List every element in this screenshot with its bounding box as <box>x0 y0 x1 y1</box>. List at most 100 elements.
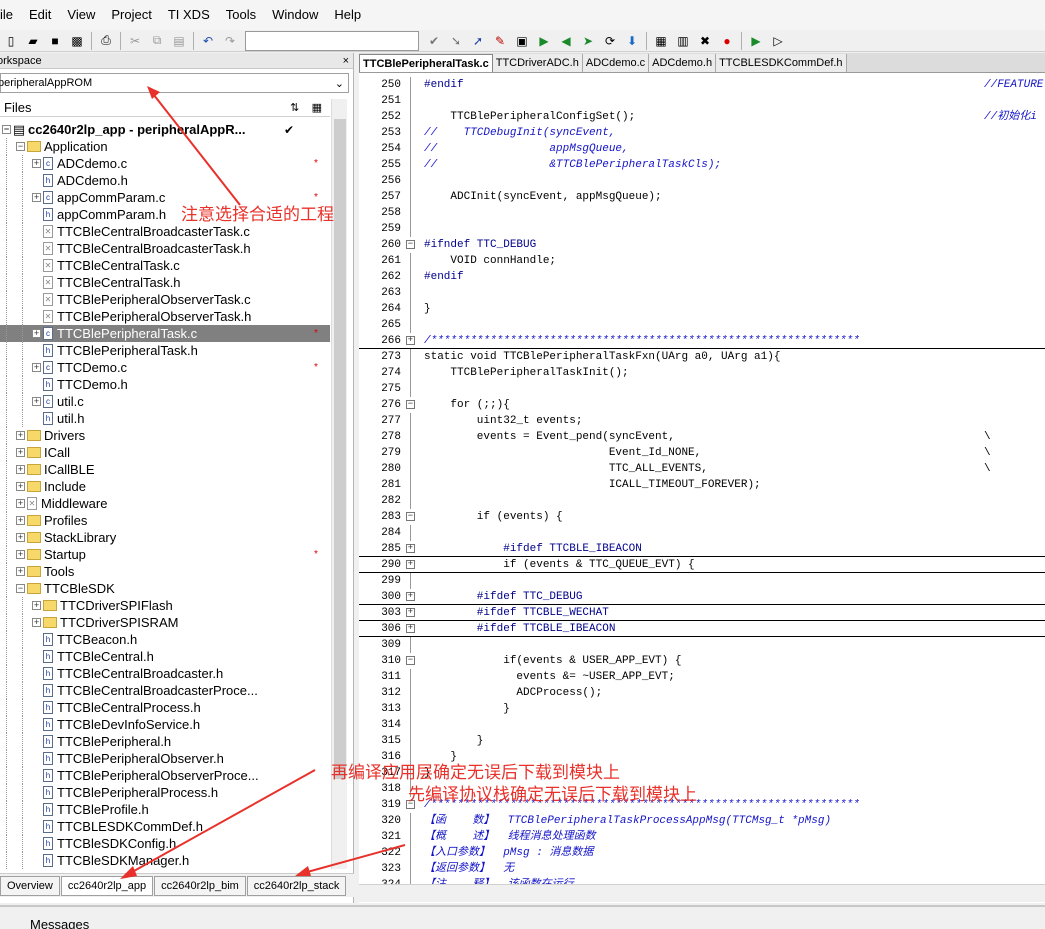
tree-item[interactable]: + Startup * <box>0 546 330 563</box>
make-icon[interactable]: ▥ <box>672 31 694 51</box>
collapse-icon[interactable]: − <box>16 142 25 151</box>
tree-item[interactable]: h TTCBLESDKCommDef.h <box>0 818 330 835</box>
download-icon[interactable]: ⬇ <box>621 31 643 51</box>
menu-item-3[interactable]: Project <box>103 0 159 30</box>
print-icon[interactable]: ⎙ <box>95 31 117 51</box>
refresh-icon[interactable]: ⟳ <box>599 31 621 51</box>
navigate-back-icon[interactable]: ◀ <box>555 31 577 51</box>
tree-item[interactable]: h TTCDemo.h <box>0 376 330 393</box>
tree-item[interactable]: + c TTCDemo.c * <box>0 359 330 376</box>
tree-item[interactable]: − TTCBleSDK <box>0 580 330 597</box>
expand-fold-icon[interactable]: + <box>406 336 415 345</box>
copy-icon[interactable]: ⧉ <box>146 31 168 51</box>
tree-item[interactable]: h TTCBleSDKManager.h <box>0 852 330 869</box>
tree-item[interactable]: ✕ TTCBleCentralTask.h <box>0 274 330 291</box>
editor-tab[interactable]: ADCdemo.h <box>649 54 717 72</box>
workspace-tab[interactable]: cc2640r2lp_stack <box>246 875 347 896</box>
chevron-down-icon[interactable]: ⌄ <box>335 77 344 90</box>
tree-item[interactable]: h TTCBleCentralProcess.h <box>0 699 330 716</box>
cut-icon[interactable]: ✂ <box>124 31 146 51</box>
tree-item[interactable]: h TTCBlePeripheralProcess.h <box>0 784 330 801</box>
expand-icon[interactable]: + <box>16 533 25 542</box>
editor-tab[interactable]: ADCdemo.c <box>582 54 650 72</box>
navigate-forward-icon[interactable]: ▶ <box>533 31 555 51</box>
menu-item-5[interactable]: Tools <box>218 0 264 30</box>
tree-item[interactable]: + TTCDriverSPISRAM <box>0 614 330 631</box>
arrow-right-icon[interactable]: ➤ <box>577 31 599 51</box>
redo-icon[interactable]: ↷ <box>219 31 241 51</box>
tree-item[interactable]: h ADCdemo.h <box>0 172 330 189</box>
expand-icon[interactable]: + <box>32 159 41 168</box>
expand-icon[interactable]: + <box>16 516 25 525</box>
tree-item[interactable]: h TTCBleCentralBroadcasterProce... <box>0 682 330 699</box>
collapse-fold-icon[interactable]: − <box>406 400 415 409</box>
tree-item[interactable]: + c ADCdemo.c * <box>0 155 330 172</box>
close-icon[interactable]: × <box>343 55 349 67</box>
tree-item[interactable]: ✕ TTCBleCentralBroadcasterTask.c <box>0 223 330 240</box>
tree-item[interactable]: h TTCBleCentralBroadcaster.h <box>0 665 330 682</box>
expand-icon[interactable]: + <box>32 397 41 406</box>
expand-icon[interactable]: + <box>32 363 41 372</box>
browse-icon[interactable]: ▣ <box>511 31 533 51</box>
expand-icon[interactable]: + <box>16 550 25 559</box>
find-combo[interactable] <box>245 30 419 51</box>
stop-build-icon[interactable]: ✖ <box>694 31 716 51</box>
download-and-debug-icon[interactable]: ▶ <box>745 31 767 51</box>
expand-fold-icon[interactable]: + <box>406 608 415 617</box>
tree-item[interactable]: − Application <box>0 138 330 155</box>
go-to-icon[interactable]: ➚ <box>467 31 489 51</box>
expand-fold-icon[interactable]: + <box>406 624 415 633</box>
collapse-icon[interactable]: − <box>2 125 11 134</box>
tree-item[interactable]: + Profiles <box>0 512 330 529</box>
toggle-bookmark-icon[interactable]: ✔ <box>423 31 445 51</box>
save-all-icon[interactable]: ▩ <box>66 31 88 51</box>
tree-item[interactable]: + StackLibrary <box>0 529 330 546</box>
tree-item[interactable]: + TTCDriverSPIFlash <box>0 597 330 614</box>
tree-item[interactable]: h TTCBlePeripheralObserver.h <box>0 750 330 767</box>
menu-item-4[interactable]: TI XDS <box>160 0 218 30</box>
editor-tab[interactable]: TTCDriverADC.h <box>492 54 583 72</box>
menu-item-1[interactable]: Edit <box>21 0 59 30</box>
expand-icon[interactable]: + <box>16 431 25 440</box>
collapse-fold-icon[interactable]: − <box>406 240 415 249</box>
tree-item[interactable]: + ICall <box>0 444 330 461</box>
expand-icon[interactable]: + <box>16 465 25 474</box>
tree-item[interactable]: h TTCBleCentral.h <box>0 648 330 665</box>
expand-icon[interactable]: + <box>16 482 25 491</box>
expand-fold-icon[interactable]: + <box>406 544 415 553</box>
workspace-tab[interactable]: Overview <box>0 875 60 896</box>
tree-item[interactable]: h util.h <box>0 410 330 427</box>
options-icon[interactable]: ▦ <box>312 102 322 114</box>
editor-tab[interactable]: TTCBlePeripheralTask.c <box>359 54 493 72</box>
expand-icon[interactable]: + <box>32 601 41 610</box>
tree-item[interactable]: ✕ TTCBleCentralBroadcasterTask.h <box>0 240 330 257</box>
new-file-icon[interactable]: ▯ <box>0 31 22 51</box>
undo-icon[interactable]: ↶ <box>197 31 219 51</box>
tree-item[interactable]: ✕ TTCBlePeripheralObserverTask.h <box>0 308 330 325</box>
compile-icon[interactable]: ▦ <box>650 31 672 51</box>
tree-item[interactable]: + ✕ Middleware <box>0 495 330 512</box>
tree-item[interactable]: h TTCBlePeripheralTask.h <box>0 342 330 359</box>
expand-icon[interactable]: + <box>16 499 25 508</box>
expand-icon[interactable]: + <box>16 567 25 576</box>
scrollbar-thumb[interactable] <box>334 119 346 779</box>
tree-item[interactable]: + Drivers <box>0 427 330 444</box>
debug-without-download-icon[interactable]: ▷ <box>767 31 789 51</box>
tree-item[interactable]: h TTCBleSDKConfig.h <box>0 835 330 852</box>
breakpoint-icon[interactable]: ● <box>716 31 738 51</box>
save-icon[interactable]: ■ <box>44 31 66 51</box>
collapse-fold-icon[interactable]: − <box>406 512 415 521</box>
tree-item[interactable]: + c TTCBlePeripheralTask.c * <box>0 325 330 342</box>
tree-item[interactable]: ✕ TTCBlePeripheralObserverTask.c <box>0 291 330 308</box>
tree-item[interactable]: h TTCBeacon.h <box>0 631 330 648</box>
open-folder-icon[interactable]: ▰ <box>22 31 44 51</box>
expand-fold-icon[interactable]: + <box>406 592 415 601</box>
tree-item[interactable]: h TTCBlePeripheralObserverProce... <box>0 767 330 784</box>
tree-item[interactable]: ✕ TTCBleCentralTask.c <box>0 257 330 274</box>
tree-item[interactable]: + Tools <box>0 563 330 580</box>
sort-icon[interactable]: ⇅ <box>290 102 299 114</box>
menu-item-6[interactable]: Window <box>264 0 326 30</box>
menu-item-0[interactable]: ile <box>0 0 21 30</box>
tree-item[interactable]: h TTCBleDevInfoService.h <box>0 716 330 733</box>
expand-icon[interactable]: + <box>32 329 41 338</box>
